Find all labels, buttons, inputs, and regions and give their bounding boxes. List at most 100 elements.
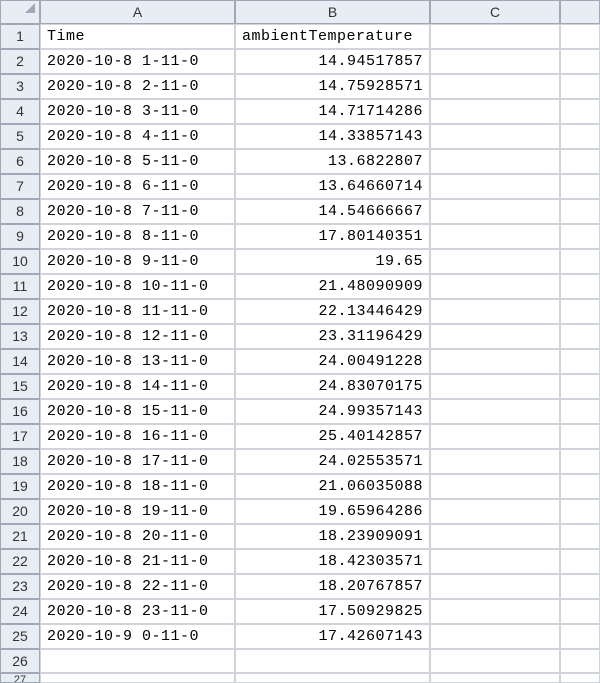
- cell-C3[interactable]: [430, 74, 560, 99]
- spreadsheet-grid[interactable]: A B C 1 Time ambientTemperature 2 2020-1…: [0, 0, 600, 683]
- cell-D22[interactable]: [560, 549, 600, 574]
- cell-D5[interactable]: [560, 124, 600, 149]
- cell-C1[interactable]: [430, 24, 560, 49]
- cell-C20[interactable]: [430, 499, 560, 524]
- cell-C23[interactable]: [430, 574, 560, 599]
- row-header[interactable]: 24: [0, 599, 40, 624]
- row-header[interactable]: 7: [0, 174, 40, 199]
- cell-B21[interactable]: 18.23909091: [235, 524, 430, 549]
- row-header[interactable]: 22: [0, 549, 40, 574]
- cell-D8[interactable]: [560, 199, 600, 224]
- cell-B15[interactable]: 24.83070175: [235, 374, 430, 399]
- cell-D17[interactable]: [560, 424, 600, 449]
- cell-C10[interactable]: [430, 249, 560, 274]
- row-header[interactable]: 12: [0, 299, 40, 324]
- cell-B10[interactable]: 19.65: [235, 249, 430, 274]
- cell-A24[interactable]: 2020-10-8 23-11-0: [40, 599, 235, 624]
- row-header[interactable]: 10: [0, 249, 40, 274]
- cell-D26[interactable]: [560, 649, 600, 673]
- row-header[interactable]: 2: [0, 49, 40, 74]
- cell-C22[interactable]: [430, 549, 560, 574]
- cell-A21[interactable]: 2020-10-8 20-11-0: [40, 524, 235, 549]
- cell-D13[interactable]: [560, 324, 600, 349]
- cell-A5[interactable]: 2020-10-8 4-11-0: [40, 124, 235, 149]
- cell-D6[interactable]: [560, 149, 600, 174]
- cell-C25[interactable]: [430, 624, 560, 649]
- cell-D16[interactable]: [560, 399, 600, 424]
- cell-D12[interactable]: [560, 299, 600, 324]
- row-header[interactable]: 15: [0, 374, 40, 399]
- cell-D7[interactable]: [560, 174, 600, 199]
- cell-B23[interactable]: 18.20767857: [235, 574, 430, 599]
- cell-C21[interactable]: [430, 524, 560, 549]
- row-header[interactable]: 9: [0, 224, 40, 249]
- cell-B16[interactable]: 24.99357143: [235, 399, 430, 424]
- cell-A25[interactable]: 2020-10-9 0-11-0: [40, 624, 235, 649]
- row-header[interactable]: 21: [0, 524, 40, 549]
- cell-B5[interactable]: 14.33857143: [235, 124, 430, 149]
- cell-D21[interactable]: [560, 524, 600, 549]
- row-header[interactable]: 4: [0, 99, 40, 124]
- cell-C5[interactable]: [430, 124, 560, 149]
- cell-A11[interactable]: 2020-10-8 10-11-0: [40, 274, 235, 299]
- cell-C9[interactable]: [430, 224, 560, 249]
- col-header-B[interactable]: B: [235, 0, 430, 24]
- cell-A15[interactable]: 2020-10-8 14-11-0: [40, 374, 235, 399]
- cell-A23[interactable]: 2020-10-8 22-11-0: [40, 574, 235, 599]
- cell-B9[interactable]: 17.80140351: [235, 224, 430, 249]
- cell-B19[interactable]: 21.06035088: [235, 474, 430, 499]
- col-header-A[interactable]: A: [40, 0, 235, 24]
- cell-C7[interactable]: [430, 174, 560, 199]
- cell-A27[interactable]: [40, 673, 235, 683]
- col-header-C[interactable]: C: [430, 0, 560, 24]
- row-header[interactable]: 6: [0, 149, 40, 174]
- cell-C8[interactable]: [430, 199, 560, 224]
- cell-D3[interactable]: [560, 74, 600, 99]
- cell-B3[interactable]: 14.75928571: [235, 74, 430, 99]
- cell-D9[interactable]: [560, 224, 600, 249]
- cell-B25[interactable]: 17.42607143: [235, 624, 430, 649]
- cell-B13[interactable]: 23.31196429: [235, 324, 430, 349]
- cell-C14[interactable]: [430, 349, 560, 374]
- cell-B7[interactable]: 13.64660714: [235, 174, 430, 199]
- cell-A17[interactable]: 2020-10-8 16-11-0: [40, 424, 235, 449]
- row-header[interactable]: 19: [0, 474, 40, 499]
- cell-D2[interactable]: [560, 49, 600, 74]
- cell-A16[interactable]: 2020-10-8 15-11-0: [40, 399, 235, 424]
- cell-A4[interactable]: 2020-10-8 3-11-0: [40, 99, 235, 124]
- cell-B17[interactable]: 25.40142857: [235, 424, 430, 449]
- cell-D18[interactable]: [560, 449, 600, 474]
- row-header[interactable]: 17: [0, 424, 40, 449]
- row-header[interactable]: 5: [0, 124, 40, 149]
- cell-B26[interactable]: [235, 649, 430, 673]
- row-header[interactable]: 11: [0, 274, 40, 299]
- select-all-corner[interactable]: [0, 0, 40, 24]
- cell-B6[interactable]: 13.6822807: [235, 149, 430, 174]
- cell-B8[interactable]: 14.54666667: [235, 199, 430, 224]
- cell-A20[interactable]: 2020-10-8 19-11-0: [40, 499, 235, 524]
- row-header[interactable]: 25: [0, 624, 40, 649]
- cell-B12[interactable]: 22.13446429: [235, 299, 430, 324]
- cell-A22[interactable]: 2020-10-8 21-11-0: [40, 549, 235, 574]
- row-header[interactable]: 1: [0, 24, 40, 49]
- cell-C11[interactable]: [430, 274, 560, 299]
- cell-A10[interactable]: 2020-10-8 9-11-0: [40, 249, 235, 274]
- row-header[interactable]: 20: [0, 499, 40, 524]
- cell-D23[interactable]: [560, 574, 600, 599]
- cell-D14[interactable]: [560, 349, 600, 374]
- cell-C17[interactable]: [430, 424, 560, 449]
- cell-B24[interactable]: 17.50929825: [235, 599, 430, 624]
- cell-A14[interactable]: 2020-10-8 13-11-0: [40, 349, 235, 374]
- cell-C26[interactable]: [430, 649, 560, 673]
- row-header[interactable]: 14: [0, 349, 40, 374]
- cell-C12[interactable]: [430, 299, 560, 324]
- cell-A1[interactable]: Time: [40, 24, 235, 49]
- cell-C2[interactable]: [430, 49, 560, 74]
- cell-A19[interactable]: 2020-10-8 18-11-0: [40, 474, 235, 499]
- cell-B14[interactable]: 24.00491228: [235, 349, 430, 374]
- cell-B18[interactable]: 24.02553571: [235, 449, 430, 474]
- cell-D1[interactable]: [560, 24, 600, 49]
- cell-D20[interactable]: [560, 499, 600, 524]
- cell-B20[interactable]: 19.65964286: [235, 499, 430, 524]
- row-header[interactable]: 23: [0, 574, 40, 599]
